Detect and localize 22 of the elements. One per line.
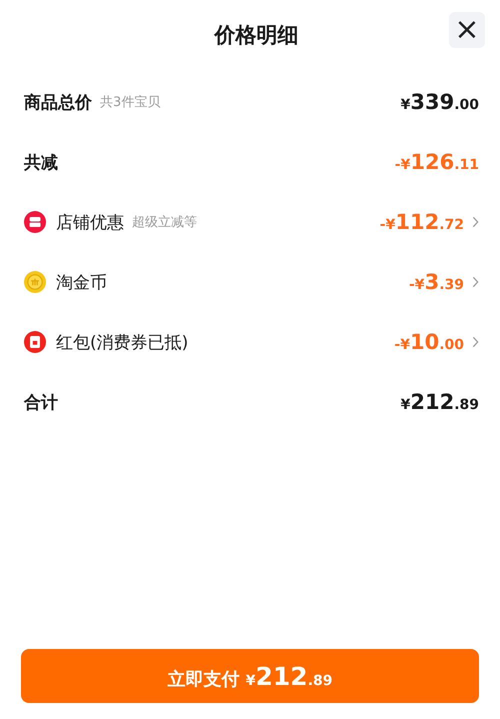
shop-icon xyxy=(24,211,46,233)
envelope-icon xyxy=(24,331,46,353)
close-button[interactable]: × xyxy=(449,12,485,48)
row-label: 共减 xyxy=(24,152,58,174)
chevron-icon[interactable] xyxy=(472,216,479,228)
amount: ¥339.00 xyxy=(400,90,479,114)
chevron-icon[interactable] xyxy=(472,336,479,348)
row-label: 淘金币 xyxy=(56,272,107,294)
amount: ¥212.89 xyxy=(400,390,479,414)
row-label: 商品总价 xyxy=(24,92,92,114)
row-label: 合计 xyxy=(24,392,58,414)
row-label: 红包(消费券已抵) xyxy=(56,332,188,354)
amount: -¥126.11 xyxy=(394,150,479,174)
sheet-title: 价格明细 xyxy=(214,22,298,49)
row-note: 超级立减等 xyxy=(132,214,197,231)
coin-icon xyxy=(24,271,46,293)
amount: -¥10.00 xyxy=(394,330,464,354)
row-note: 共3件宝贝 xyxy=(100,94,160,111)
chevron-icon[interactable] xyxy=(472,276,479,288)
row-label: 店铺优惠 xyxy=(56,212,124,234)
amount: -¥3.39 xyxy=(409,270,464,294)
amount: -¥112.72 xyxy=(380,210,464,234)
